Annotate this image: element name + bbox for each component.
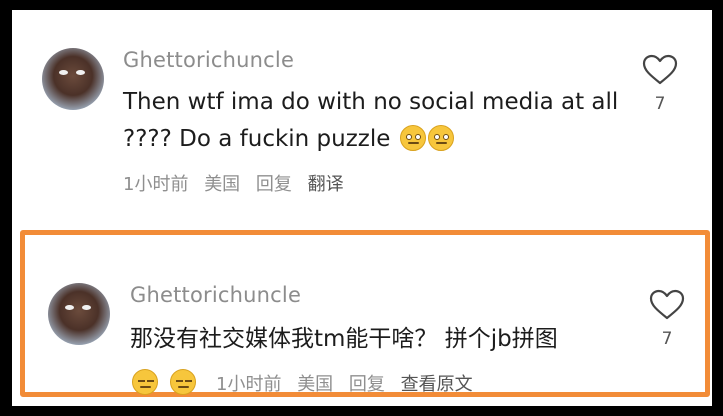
emoji-eye bbox=[147, 380, 154, 382]
emoji-eye bbox=[433, 134, 440, 140]
comment-text: 那没有社交媒体我tm能干啥？ 拼个jb拼图 bbox=[130, 321, 635, 358]
comment-item: Ghettorichuncle Then wtf ima do with no … bbox=[12, 10, 712, 232]
expressionless-emoji-icon bbox=[132, 369, 158, 395]
comment-meta: 1小时前 美国 回复 查看原文 bbox=[130, 369, 483, 396]
emoji-mouth bbox=[178, 386, 189, 388]
avatar[interactable] bbox=[42, 48, 104, 110]
heart-icon bbox=[649, 289, 685, 320]
comment-location: 美国 bbox=[204, 174, 241, 195]
comment-item-highlighted: Ghettorichuncle 那没有社交媒体我tm能干啥？ 拼个jb拼图 1小… bbox=[20, 230, 710, 397]
expressionless-emoji-icon bbox=[170, 369, 196, 395]
avatar-eye bbox=[82, 305, 91, 310]
translate-button[interactable]: 翻译 bbox=[308, 174, 344, 195]
heart-icon bbox=[642, 54, 678, 85]
comment-username[interactable]: Ghettorichuncle bbox=[130, 283, 301, 307]
emoji-mouth bbox=[140, 386, 151, 388]
reply-button[interactable]: 回复 bbox=[256, 174, 292, 195]
emoji-mouth bbox=[435, 142, 447, 144]
comment-text-content: 那没有社交媒体我tm能干啥？ 拼个jb拼图 bbox=[130, 326, 558, 352]
emoji-eye bbox=[176, 380, 183, 382]
view-original-button[interactable]: 查看原文 bbox=[401, 374, 473, 395]
emoji-eye bbox=[442, 134, 449, 140]
comment-meta: 1小时前 美国 回复 翻译 bbox=[123, 170, 354, 196]
comment-username[interactable]: Ghettorichuncle bbox=[123, 48, 294, 72]
avatar-eye bbox=[59, 70, 68, 75]
emoji-eye bbox=[185, 380, 192, 382]
comments-panel: Ghettorichuncle Then wtf ima do with no … bbox=[12, 10, 712, 406]
rolling-eyes-emoji-icon bbox=[427, 125, 454, 151]
like-count: 7 bbox=[661, 329, 673, 349]
avatar[interactable] bbox=[48, 283, 110, 345]
comment-text: Then wtf ima do with no social media at … bbox=[123, 84, 628, 158]
emoji-eye bbox=[414, 134, 421, 140]
comment-time: 1小时前 bbox=[216, 374, 282, 395]
comment-text-emojis bbox=[130, 369, 206, 395]
like-button[interactable]: 7 bbox=[647, 289, 687, 349]
emoji-mouth bbox=[407, 142, 419, 144]
rolling-eyes-emoji-icon bbox=[399, 125, 426, 151]
comment-time: 1小时前 bbox=[123, 174, 189, 195]
emoji-eye bbox=[405, 134, 412, 140]
avatar-eye bbox=[76, 70, 85, 75]
comment-location: 美国 bbox=[297, 374, 334, 395]
comment-text-content: Then wtf ima do with no social media at … bbox=[123, 89, 619, 152]
emoji-eye bbox=[138, 380, 145, 382]
reply-button[interactable]: 回复 bbox=[349, 374, 385, 395]
avatar-eye bbox=[65, 305, 74, 310]
like-count: 7 bbox=[654, 94, 666, 114]
like-button[interactable]: 7 bbox=[640, 54, 680, 114]
